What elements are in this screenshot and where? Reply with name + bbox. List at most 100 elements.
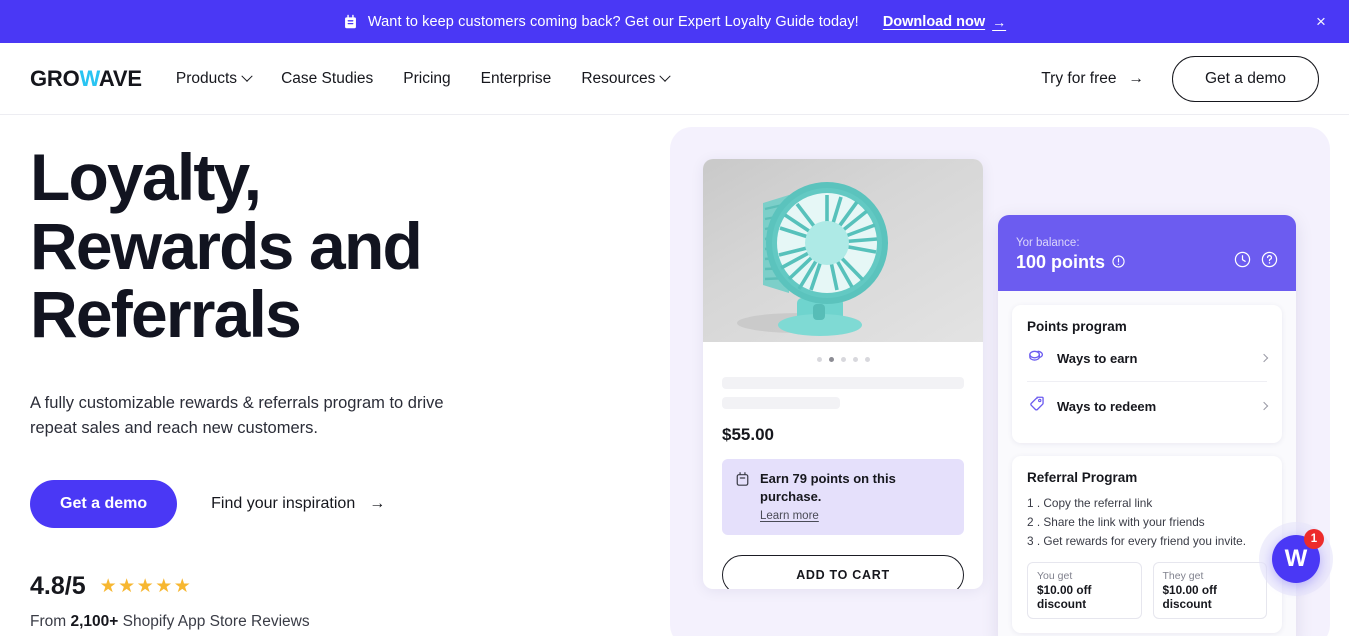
logo-text-main: GRO [30,65,80,91]
chevron-down-icon [241,70,253,82]
balance-points: 100 points [1016,252,1106,272]
chevron-right-icon [1259,401,1269,411]
learn-more-link[interactable]: Learn more [760,510,819,522]
nav-item-products[interactable]: Products [176,70,253,88]
nav-item-resources-label: Resources [581,69,656,87]
try-for-free-link[interactable]: Try for free → [1041,70,1144,88]
coins-icon [1027,346,1046,370]
hero-cta-group: Get a demo Find your inspiration → [30,480,630,528]
rating-subtitle: From 2,100+ Shopify App Store Reviews [30,613,630,631]
logo-text-accent: W [79,65,100,91]
get-a-demo-button-hero[interactable]: Get a demo [30,480,178,528]
hero-title-line-3: Referrals [30,277,302,352]
arrow-right-icon: → [1128,69,1145,87]
promo-banner: Want to keep customers coming back? Get … [0,0,1349,43]
add-to-cart-button[interactable]: ADD TO CART [722,555,964,589]
carousel-dot[interactable] [840,357,846,362]
hero-title-line-2: Rewards and [30,208,423,283]
close-icon[interactable]: × [1311,12,1331,32]
loyalty-widget-body: Points program Ways to earn Ways to rede… [998,291,1296,636]
desk-fan-illustration [737,182,888,336]
earn-points-banner: Earn 79 points on this purchase. Learn m… [722,459,964,535]
carousel-dot[interactable] [852,357,858,362]
info-icon[interactable] [1112,252,1125,273]
shopping-basket-icon [735,471,750,492]
navbar: GROWAVE Products Case Studies Pricing En… [0,43,1349,115]
carousel-dot[interactable] [864,357,870,362]
earn-points-text: Earn 79 points on this purchase. [760,471,896,504]
carousel-dot[interactable] [816,357,822,362]
rating-prefix: From [30,613,71,630]
hero-title-line-1: Loyalty, [30,140,262,214]
try-for-free-label: Try for free [1041,69,1117,87]
product-image [703,159,983,342]
star-rating-icon: ★★★★★ [99,576,193,597]
hero-subtitle: A fully customizable rewards & referrals… [30,393,444,438]
they-get-label: They get [1162,570,1204,583]
referral-step: 1 . Copy the referral link [1027,496,1153,510]
nav-item-pricing[interactable]: Pricing [403,70,450,88]
ways-to-earn-row[interactable]: Ways to earn [1027,334,1269,381]
carousel-dot-active[interactable] [828,357,834,362]
nav-item-enterprise-label: Enterprise [480,69,552,87]
ways-to-earn-label: Ways to earn [1057,350,1138,366]
find-your-inspiration-label: Find your inspiration [211,495,356,512]
get-a-demo-button-nav[interactable]: Get a demo [1172,55,1319,102]
notification-badge: 1 [1304,529,1324,549]
arrow-right-icon: → [992,13,1007,30]
they-get-value: $10.00 off discount [1162,583,1217,612]
ways-to-redeem-row[interactable]: Ways to redeem [1027,381,1269,429]
referral-steps: 1 . Copy the referral link 2 . Share the… [1027,494,1267,551]
referral-program-card: Referral Program 1 . Copy the referral l… [1012,456,1282,634]
widget-letter: W [1284,545,1308,572]
placeholder-title-bar [722,377,964,389]
referral-program-title: Referral Program [1027,470,1138,485]
nav-links: Products Case Studies Pricing Enterprise… [176,69,672,88]
they-get-pill: They get $10.00 off discount [1152,562,1267,620]
rating-count: 2,100+ [70,613,119,630]
product-price: $55.00 [722,425,774,444]
nav-item-pricing-label: Pricing [403,69,451,87]
nav-actions: Try for free → Get a demo [1041,55,1319,102]
product-card: $55.00 Earn 79 points on this purchase. … [703,159,983,589]
you-get-pill: You get $10.00 off discount [1027,562,1142,620]
referral-step: 2 . Share the link with your friends [1027,515,1205,530]
mockup-panel: $55.00 Earn 79 points on this purchase. … [670,127,1330,636]
hero-left-column: Loyalty, Rewards and Referrals A fully c… [0,115,660,635]
balance-label: Yor balance: [1016,237,1080,249]
hero-section: Loyalty, Rewards and Referrals A fully c… [0,115,1349,636]
chevron-down-icon [659,70,672,82]
promo-download-link[interactable]: Download now → [883,14,1006,30]
logo-text-tail: AVE [98,65,142,91]
loyalty-header-icons [1234,251,1278,273]
nav-item-case-studies[interactable]: Case Studies [281,70,373,88]
arrow-right-icon: → [369,495,386,512]
page-title: Loyalty, Rewards and Referrals [30,143,630,349]
growave-widget-button[interactable]: W 1 [1272,529,1324,583]
nav-item-resources[interactable]: Resources [581,69,672,88]
loyalty-widget-panel: Yor balance: 100 points Points program W… [998,215,1296,636]
you-get-label: You get [1037,570,1073,583]
balance-value-row: 100 points [1016,252,1125,273]
shopping-basket-icon [343,14,358,30]
referral-reward-pills: You get $10.00 off discount They get $10… [1027,562,1267,620]
hero-right-column: $55.00 Earn 79 points on this purchase. … [660,115,1349,636]
help-question-icon[interactable] [1261,251,1278,273]
floating-widget-launcher: W 1 [1259,522,1333,596]
points-program-title: Points program [1027,319,1127,334]
points-program-card: Points program Ways to earn Ways to rede… [1012,305,1282,443]
tag-icon [1027,394,1046,418]
referral-step: 3 . Get rewards for every friend you inv… [1027,534,1246,549]
nav-item-case-studies-label: Case Studies [281,69,374,87]
history-clock-icon[interactable] [1234,251,1251,273]
rating-suffix: Shopify App Store Reviews [118,613,310,630]
promo-link-label: Download now [882,13,986,30]
ways-to-redeem-label: Ways to redeem [1057,398,1157,414]
placeholder-subtitle-bar [722,397,840,409]
loyalty-widget-header: Yor balance: 100 points [998,215,1296,291]
find-your-inspiration-link[interactable]: Find your inspiration → [211,495,385,513]
growave-logo[interactable]: GROWAVE [30,66,142,92]
rating-score: 4.8/5 [30,572,86,600]
nav-item-enterprise[interactable]: Enterprise [481,70,552,88]
carousel-dots[interactable] [703,357,983,362]
